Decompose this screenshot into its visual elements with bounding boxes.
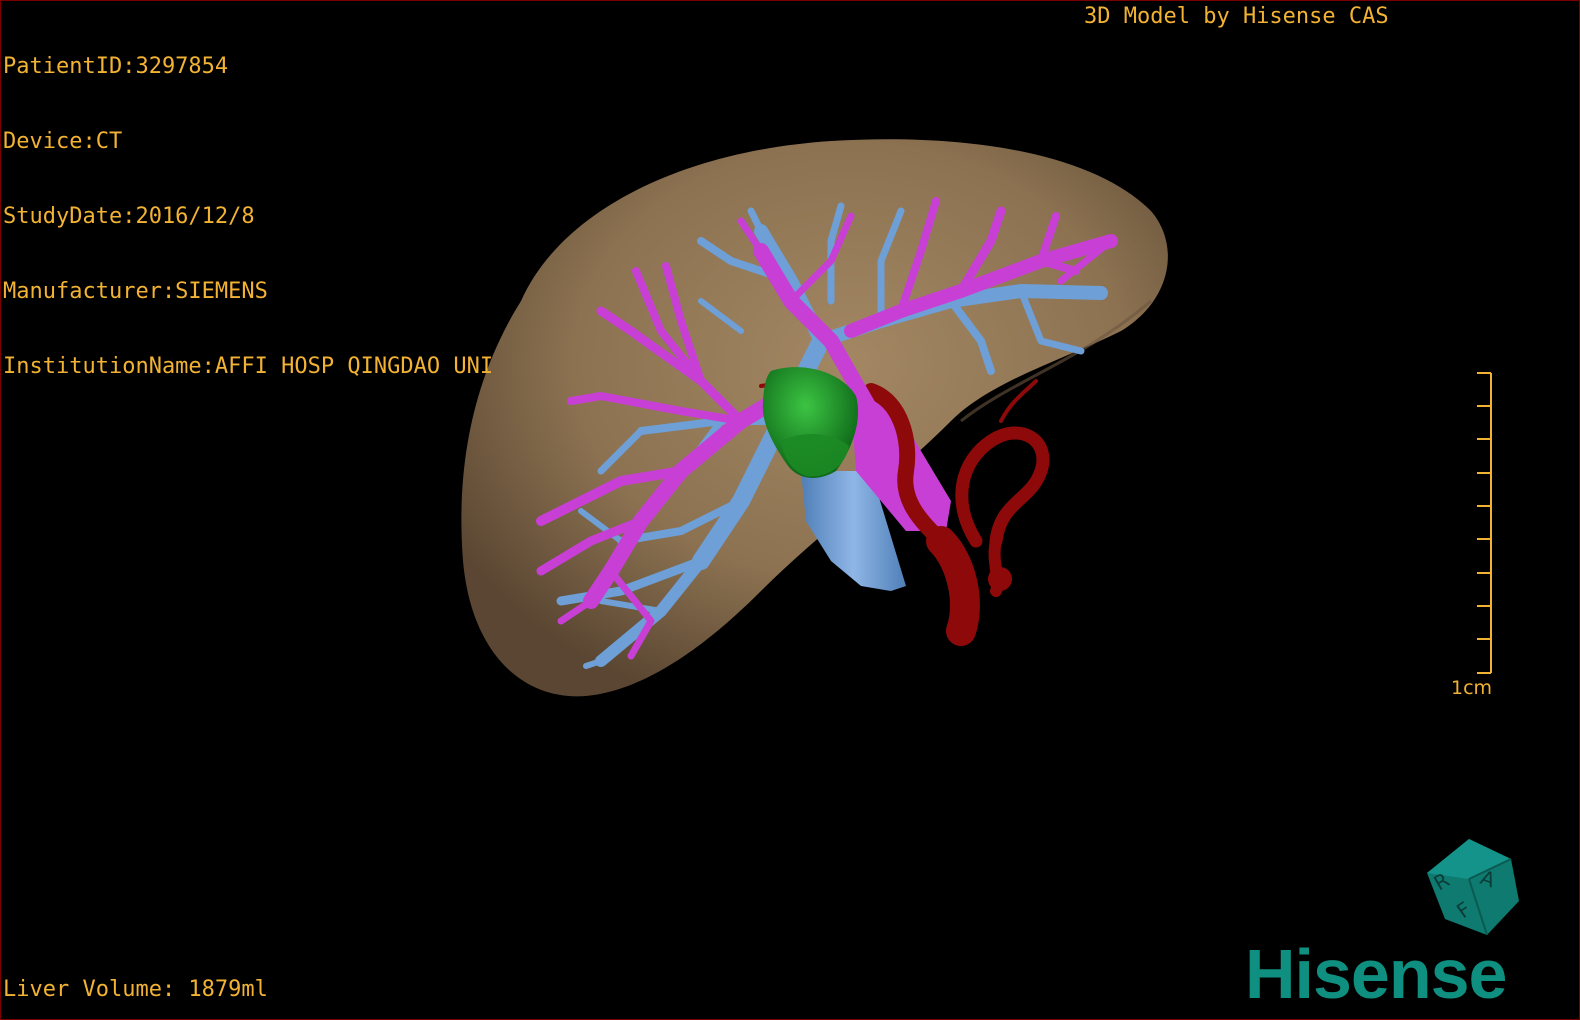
hisense-logo: Hisense — [1245, 935, 1507, 1013]
patient-id-text: PatientID:3297854 — [3, 54, 229, 79]
model-credit-text: 3D Model by Hisense CAS — [1084, 4, 1389, 29]
orientation-cube[interactable]: R A F — [1427, 839, 1519, 936]
scale-bar-label: 1cm — [1451, 677, 1493, 699]
scale-bar — [1477, 372, 1492, 674]
dicom-info-overlay: PatientID:3297854 Device:CT StudyDate:20… — [3, 4, 493, 429]
manufacturer-text: Manufacturer:SIEMENS — [3, 279, 268, 304]
device-text: Device:CT — [3, 129, 123, 154]
liver-volume-text: Liver Volume: 1879ml — [3, 977, 268, 1002]
study-date-text: StudyDate:2016/12/8 — [3, 204, 255, 229]
3d-viewport[interactable]: R A F PatientID:3297854 Device:CT StudyD… — [0, 0, 1580, 1020]
institution-text: InstitutionName:AFFI HOSP QINGDAO UNI — [3, 354, 494, 379]
artery-bulb — [988, 567, 1012, 591]
